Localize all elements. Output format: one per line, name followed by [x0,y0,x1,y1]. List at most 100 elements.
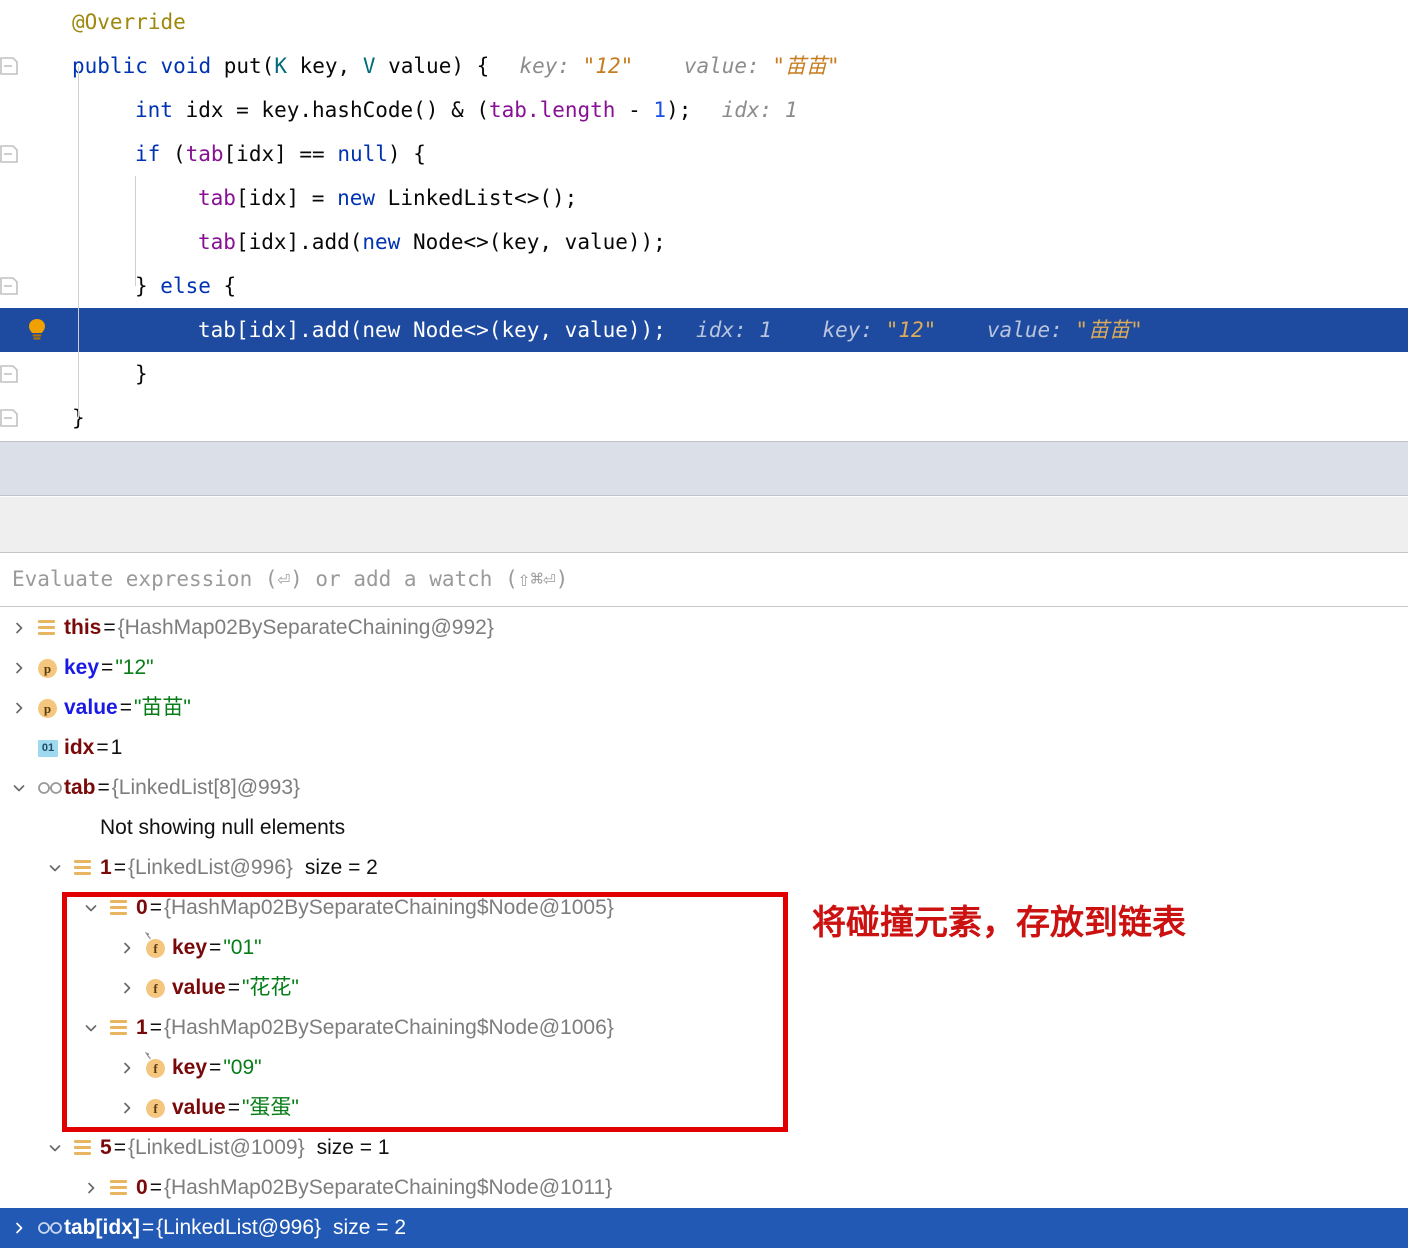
variable-row[interactable]: this = {HashMap02BySeparateChaining@992} [0,608,1408,648]
code-token: [idx] = [235,186,338,210]
code-lines: @Override public void put(K key, V value)… [0,0,1408,440]
code-fold-icon[interactable] [0,276,18,296]
code-token: public [72,54,161,78]
code-token: tab [198,186,236,210]
code-text: @Override [72,0,186,44]
variable-row[interactable]: 1 = {LinkedList@996} size = 2 [0,848,1408,888]
code-token: tab [489,98,527,122]
chevron-down-icon[interactable] [8,768,30,808]
evaluate-expression-bar[interactable]: Evaluate expression (⏎) or add a watch (… [0,554,1408,607]
debug-toolbar-band [0,441,1408,496]
code-text: } [135,352,148,396]
inline-hints: key: "12" value: "苗苗" [519,44,839,88]
equals-sign: = [113,856,126,879]
editor-gutter[interactable] [0,0,70,440]
variable-value: {HashMap02BySeparateChaining$Node@1005} [163,896,614,919]
inline-hint-value: "苗苗" [772,54,840,78]
chevron-right-icon[interactable] [8,648,30,688]
chevron-down-icon[interactable] [80,1008,102,1048]
variable-row[interactable]: f value = "花花" [0,968,1408,1008]
object-icon [110,888,136,928]
code-line[interactable]: public void put(K key, V value) {key: "1… [0,44,1408,88]
code-editor[interactable]: @Override public void put(K key, V value)… [0,0,1408,440]
inline-hint-value: "12" [582,54,634,78]
variable-name: value [64,696,118,719]
code-text: tab[idx] = new LinkedList<>(); [198,176,577,220]
chevron-down-icon[interactable] [44,848,66,888]
variable-value: {HashMap02BySeparateChaining@992} [117,616,494,639]
code-fold-icon[interactable] [0,364,18,384]
chevron-right-icon[interactable] [116,968,138,1008]
code-token: @Override [72,10,186,34]
variable-size: size = 1 [316,1136,390,1159]
variable-name: tab[idx] [64,1216,140,1239]
code-text: } else { [135,264,236,308]
code-line[interactable]: } else { [0,264,1408,308]
variable-name: idx [64,736,95,759]
ide-debug-screen: @Override public void put(K key, V value)… [0,0,1408,1248]
variable-row[interactable]: 5 = {LinkedList@1009} size = 1 [0,1128,1408,1168]
variable-row[interactable]: p key = "12" [0,648,1408,688]
variables-tree[interactable]: this = {HashMap02BySeparateChaining@992}… [0,608,1408,1248]
primitive-icon: 01 [38,728,64,768]
variable-row[interactable]: f key = "01" [0,928,1408,968]
chevron-right-icon[interactable] [116,928,138,968]
variable-name: value [172,976,226,999]
code-fold-icon[interactable] [0,144,18,164]
code-line[interactable]: if (tab[idx] == null) { [0,132,1408,176]
variable-row[interactable]: tab = {LinkedList[8]@993} [0,768,1408,808]
variable-row-selected[interactable]: tab[idx] = {LinkedList@996} size = 2 [0,1208,1408,1248]
variable-row-content: 0 = {HashMap02BySeparateChaining$Node@10… [80,1168,612,1208]
chevron-down-icon[interactable] [80,888,102,928]
field-final-icon: f [144,1048,172,1088]
chevron-down-icon[interactable] [44,1128,66,1168]
lightbulb-icon[interactable] [24,317,50,343]
code-line[interactable]: tab[idx].add(new Node<>(key, value)); [0,220,1408,264]
field-icon: f [146,1088,172,1128]
variable-row[interactable]: f key = "09" [0,1048,1408,1088]
variable-row[interactable]: f value = "蛋蛋" [0,1088,1408,1128]
code-line[interactable]: int idx = key.hashCode() & (tab.length -… [0,88,1408,132]
code-line-current[interactable]: tab[idx].add(new Node<>(key, value)); idx… [0,308,1408,352]
variable-value: {HashMap02BySeparateChaining$Node@1011} [163,1176,613,1199]
watch-icon [38,768,64,808]
variable-row-content: p key = "12" [8,648,154,688]
code-token: new [362,318,413,342]
code-fold-icon[interactable] [0,408,18,428]
object-icon [74,848,100,888]
variable-row-content: f key = "01" [116,928,262,968]
variable-row[interactable]: Not showing null elements [0,808,1408,848]
object-icon [74,1128,100,1168]
variable-row[interactable]: 01 idx = 1 [0,728,1408,768]
variable-row[interactable]: 0 = {HashMap02BySeparateChaining$Node@10… [0,1168,1408,1208]
chevron-right-icon[interactable] [80,1168,102,1208]
code-line[interactable]: tab[idx] = new LinkedList<>(); [0,176,1408,220]
variable-row-content: Not showing null elements [44,808,345,848]
chevron-right-icon[interactable] [116,1048,138,1088]
object-icon [38,608,64,648]
variable-row[interactable]: p value = "苗苗" [0,688,1408,728]
variable-value: {HashMap02BySeparateChaining$Node@1006} [163,1016,614,1039]
code-fold-icon[interactable] [0,56,18,76]
tree-note: Not showing null elements [100,816,346,839]
variable-name: 0 [136,896,148,919]
chevron-right-icon[interactable] [8,608,30,648]
variable-row[interactable]: 0 = {HashMap02BySeparateChaining$Node@10… [0,888,1408,928]
chevron-right-icon[interactable] [8,688,30,728]
variable-row-content: 0 = {HashMap02BySeparateChaining$Node@10… [80,888,614,928]
inline-hint-label: key: [519,54,571,78]
inline-hint-label: idx: [721,98,773,122]
variable-value: {LinkedList@996} [127,856,293,879]
variable-row[interactable]: 1 = {HashMap02BySeparateChaining$Node@10… [0,1008,1408,1048]
inline-hint-label: value: [986,318,1063,342]
chevron-right-icon[interactable] [116,1088,138,1128]
code-line[interactable]: @Override [0,0,1408,44]
chevron-right-icon[interactable] [8,1208,30,1248]
code-line[interactable]: } [0,352,1408,396]
variable-value: 1 [110,736,123,759]
inline-hint-label: value: [683,54,760,78]
code-line[interactable]: } [0,396,1408,440]
inline-hint-label: key: [822,318,874,342]
